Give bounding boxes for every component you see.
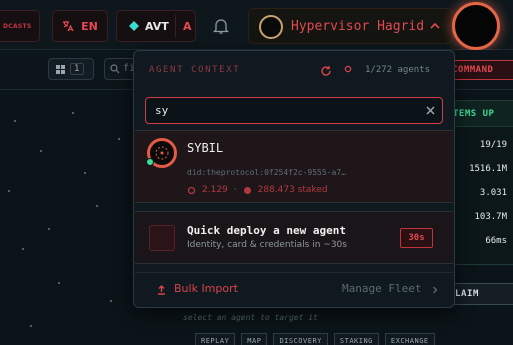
deploy-time-badge: 30s [400, 228, 433, 248]
profile-avatar[interactable] [452, 2, 500, 50]
quick-deploy-item[interactable]: Quick deploy a new agent Identity, card … [135, 211, 453, 264]
agent-name: SYBIL [187, 141, 224, 155]
star [96, 205, 98, 207]
agent-did: did:theprotocol:0f254f2c-9555-a7… [187, 168, 346, 177]
stat-value: 66ms [485, 236, 507, 246]
deploy-title: Quick deploy a new agent [187, 224, 346, 237]
agent-count: 1/272 agents [365, 65, 431, 75]
star [8, 190, 10, 192]
bottom-tabs: REPLAY MAP DISCOVERY STAKING EXCHANGE [195, 333, 435, 345]
gear-icon [187, 186, 196, 194]
avt-button[interactable]: AVT A [116, 10, 196, 42]
deploy-icon [149, 225, 175, 251]
stat-separator: · [233, 185, 237, 195]
manage-fleet-link[interactable]: Manage Fleet [342, 282, 421, 295]
upload-icon [158, 285, 165, 295]
agent-result-item[interactable]: SYBIL did:theprotocol:0f254f2c-9555-a7… … [135, 130, 453, 203]
star [14, 120, 16, 122]
agent-staked: 288.473 staked [257, 185, 328, 195]
agent-icon [344, 65, 352, 73]
stake-icon [243, 186, 251, 194]
online-status-dot [146, 158, 154, 166]
dropdown-title: AGENT CONTEXT [149, 65, 241, 75]
stats-panel: TEMS UP 19/19 1516.1M 3.031 103.7M 66ms [450, 100, 513, 265]
casts-label: DCASTS [3, 22, 32, 30]
tab-exchange[interactable]: EXCHANGE [384, 333, 435, 345]
target-hint: select an agent to target it [183, 313, 318, 322]
star [84, 172, 86, 174]
stat-value: 3.031 [479, 188, 507, 198]
agent-context-dropdown: AGENT CONTEXT 1/272 agents SYBIL did:the… [133, 50, 455, 308]
avt-label: AVT [145, 19, 169, 33]
agent-stats: 2.129 · 288.473 staked [187, 185, 328, 195]
refresh-icon[interactable] [320, 65, 332, 77]
chevron-right-icon [433, 286, 438, 294]
chevron-up-icon [430, 22, 440, 29]
star [58, 282, 60, 284]
user-avatar [259, 15, 283, 39]
tab-staking[interactable]: STAKING [333, 333, 379, 345]
bulk-import-link[interactable]: Bulk Import [174, 282, 238, 295]
stat-value: 1516.1M [469, 164, 507, 174]
language-button[interactable]: EN [52, 10, 108, 42]
language-label: EN [81, 19, 98, 33]
diamond-icon [129, 21, 139, 31]
user-name: Hypervisor Hagrid [291, 19, 425, 34]
user-menu-button[interactable]: Hypervisor Hagrid [248, 8, 453, 44]
tab-discovery[interactable]: DISCOVERY [273, 333, 328, 345]
agent-stat-primary: 2.129 [202, 185, 228, 195]
search-icon [110, 64, 120, 74]
star [118, 138, 120, 140]
stat-value: 103.7M [474, 212, 507, 222]
bell-icon[interactable] [212, 17, 230, 35]
dropdown-footer: Bulk Import Manage Fleet [135, 272, 453, 306]
star [30, 325, 32, 327]
translate-icon [63, 21, 74, 32]
casts-chip[interactable]: DCASTS [0, 10, 40, 42]
tab-map[interactable]: MAP [241, 333, 268, 345]
deploy-subtitle: Identity, card & credentials in ~30s [187, 240, 347, 250]
grid-count: 1 [70, 63, 84, 75]
star [48, 228, 50, 230]
star [110, 300, 112, 302]
stats-header: TEMS UP [451, 101, 513, 127]
grid-icon [56, 64, 65, 74]
agent-search-field[interactable] [145, 97, 443, 124]
star [22, 248, 24, 250]
grid-view-button[interactable]: 1 [48, 58, 94, 80]
avt-letter: A [183, 19, 192, 33]
tab-replay[interactable]: REPLAY [195, 333, 236, 345]
star [40, 150, 42, 152]
avt-divider [175, 15, 176, 37]
agent-search-input[interactable] [146, 98, 416, 123]
command-button[interactable]: COMMAND [445, 60, 513, 80]
stat-value: 19/19 [479, 140, 507, 150]
star [72, 112, 74, 114]
close-icon[interactable] [425, 105, 436, 116]
